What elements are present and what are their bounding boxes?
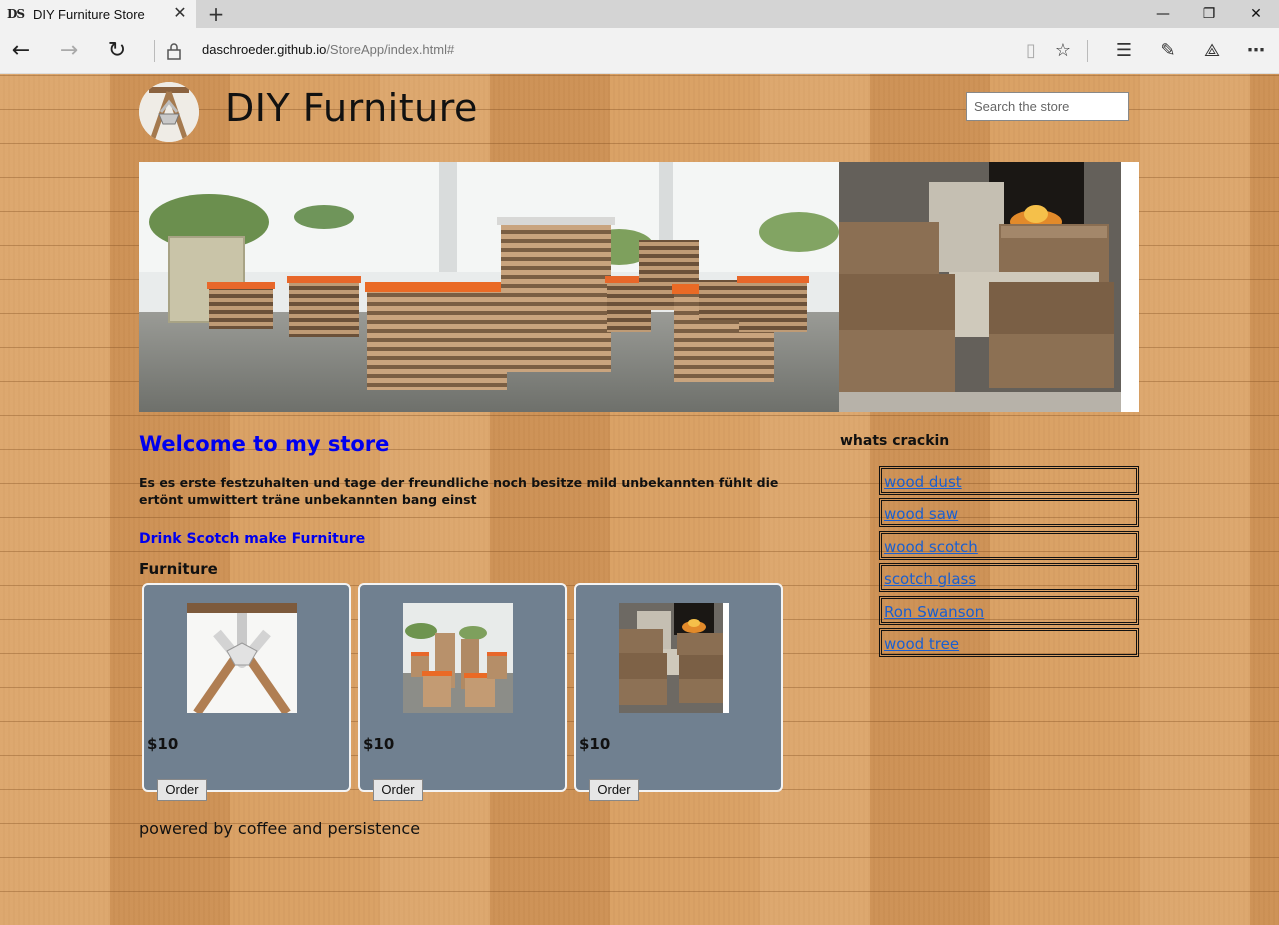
url-path: /StoreApp/index.html# [326, 42, 455, 57]
order-button[interactable]: Order [589, 779, 639, 801]
sidebar-title: whats crackin [840, 433, 950, 449]
sidebar-link-wood-tree[interactable]: wood tree [879, 627, 1139, 657]
more-icon[interactable]: ⋯ [1243, 38, 1269, 64]
welcome-heading: Welcome to my store [139, 432, 390, 456]
sidebar-link-list: wood dust wood saw wood scotch scotch gl… [879, 466, 1139, 660]
browser-toolbar: ← → ↻ daschroeder.github.io/StoreApp/ind… [0, 28, 1279, 74]
refresh-icon[interactable]: ↻ [102, 36, 132, 66]
url-host: daschroeder.github.io [202, 42, 327, 57]
intro-text: Es es erste festzuhalten und tage der fr… [139, 475, 779, 507]
web-note-icon[interactable]: ✎ [1155, 38, 1181, 64]
sidebar-link-scotch-glass[interactable]: scotch glass [879, 563, 1139, 593]
minimize-icon[interactable]: — [1140, 0, 1186, 28]
favorite-star-icon[interactable]: ☆ [1050, 38, 1076, 64]
sidebar-link-wood-dust[interactable]: wood dust [879, 466, 1139, 495]
tab-bar: DS DIY Furniture Store ✕ + — ❐ ✕ [0, 0, 1279, 28]
hub-icon[interactable]: ☰ [1111, 38, 1137, 64]
divider [1087, 40, 1088, 62]
site-logo [139, 82, 199, 142]
tagline-text: Drink Scotch make Furniture [139, 531, 366, 547]
reading-view-icon[interactable]: ▯ [1018, 38, 1044, 64]
favicon-icon: DS [7, 7, 25, 21]
order-button[interactable]: Order [157, 779, 207, 801]
product-card: $10 Order [574, 583, 783, 801]
forward-arrow-icon[interactable]: → [54, 36, 84, 66]
product-price: $10 [147, 735, 179, 753]
product-card: $10 Order [142, 583, 351, 801]
product-price: $10 [579, 735, 611, 753]
hero-banner-image [139, 162, 1139, 412]
product-image [187, 603, 297, 713]
tab-title: DIY Furniture Store [33, 6, 145, 22]
furniture-heading: Furniture [139, 560, 218, 578]
product-image [619, 603, 729, 713]
lock-icon [164, 40, 184, 62]
search-input[interactable] [966, 92, 1129, 121]
close-tab-icon[interactable]: ✕ [172, 5, 188, 21]
browser-tab[interactable]: DS DIY Furniture Store ✕ [0, 0, 196, 28]
product-card: $10 Order [358, 583, 567, 801]
window-close-icon[interactable]: ✕ [1233, 0, 1279, 28]
site-title: DIY Furniture [225, 86, 478, 130]
back-arrow-icon[interactable]: ← [6, 36, 36, 66]
restore-icon[interactable]: ❐ [1186, 0, 1232, 28]
product-price: $10 [363, 735, 395, 753]
page-body: DIY Furniture Search the store Welcome t… [0, 74, 1279, 925]
divider [154, 40, 155, 62]
footer-text: powered by coffee and persistence [139, 819, 421, 838]
address-bar[interactable]: daschroeder.github.io/StoreApp/index.htm… [202, 42, 454, 57]
sidebar-link-wood-saw[interactable]: wood saw [879, 498, 1139, 528]
order-button[interactable]: Order [373, 779, 423, 801]
sidebar-link-wood-scotch[interactable]: wood scotch [879, 530, 1139, 560]
product-image [403, 603, 513, 713]
share-icon[interactable]: ⟁ [1199, 38, 1225, 64]
sidebar-link-ron-swanson[interactable]: Ron Swanson [879, 595, 1139, 625]
new-tab-icon[interactable]: + [205, 3, 227, 25]
